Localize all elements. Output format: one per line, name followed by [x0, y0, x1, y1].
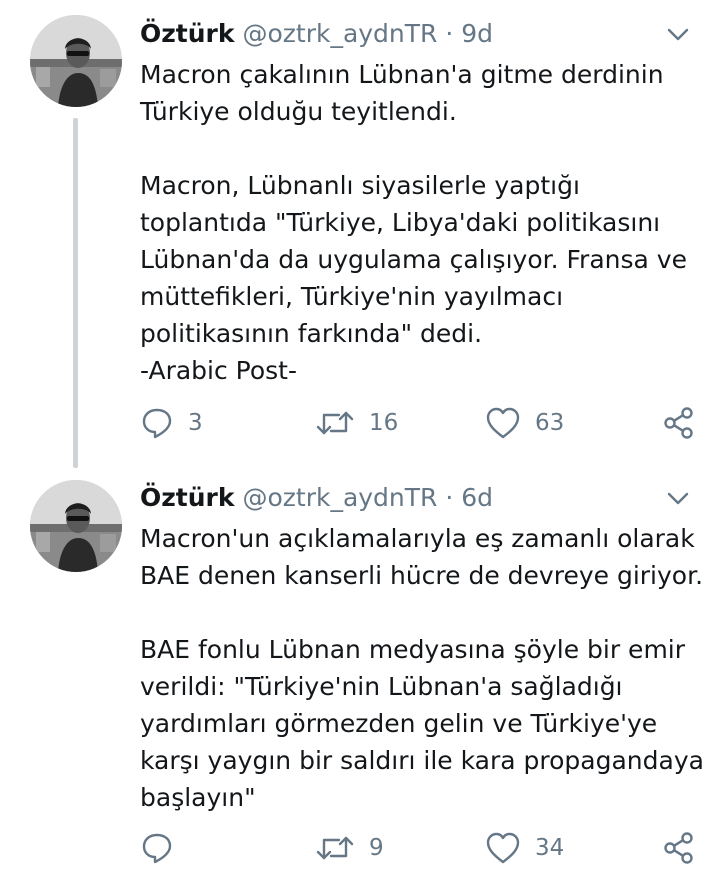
like-count: 63: [535, 410, 565, 436]
like-button[interactable]: 34: [485, 830, 564, 866]
thread-line: [73, 118, 78, 468]
heart-icon: [485, 406, 521, 440]
retweet-count: 16: [369, 410, 399, 436]
heart-icon: [485, 831, 521, 865]
avatar[interactable]: [30, 15, 122, 107]
tweet-header: Öztürk @oztrk_aydnTR · 9d: [140, 18, 700, 50]
tweet-actions: 3 16 63: [140, 405, 695, 441]
tweet-paragraph: Macron, Lübnanlı siyasilerle yaptığı top…: [140, 171, 687, 385]
retweet-count: 9: [369, 835, 384, 861]
chevron-down-icon[interactable]: [664, 486, 692, 510]
avatar[interactable]: [30, 480, 122, 572]
display-name[interactable]: Öztürk: [140, 19, 235, 48]
tweet-paragraph: Macron çakalının Lübnan'a gitme derdinin…: [140, 60, 664, 126]
separator-dot: ·: [445, 19, 454, 48]
avatar-photo: [30, 480, 122, 572]
tweet-header: Öztürk @oztrk_aydnTR · 6d: [140, 482, 700, 514]
like-count: 34: [535, 835, 565, 861]
retweet-button[interactable]: 16: [315, 405, 398, 441]
tweet[interactable]: Öztürk @oztrk_aydnTR · 6d Macron'un açık…: [0, 470, 720, 880]
chevron-down-icon[interactable]: [664, 22, 692, 46]
retweet-button[interactable]: 9: [315, 830, 384, 866]
display-name[interactable]: Öztürk: [140, 483, 235, 512]
timestamp[interactable]: 6d: [461, 483, 493, 512]
retweet-icon: [315, 831, 355, 865]
timestamp[interactable]: 9d: [461, 19, 493, 48]
timeline: Öztürk @oztrk_aydnTR · 9d Macron çakalın…: [0, 0, 720, 880]
tweet-paragraph: BAE fonlu Lübnan medyasına şöyle bir emi…: [140, 635, 704, 812]
tweet[interactable]: Öztürk @oztrk_aydnTR · 9d Macron çakalın…: [0, 0, 720, 470]
separator-dot: ·: [445, 483, 454, 512]
share-icon: [663, 406, 695, 440]
reply-button[interactable]: [140, 830, 188, 866]
share-icon: [663, 831, 695, 865]
share-button[interactable]: [663, 830, 695, 866]
reply-button[interactable]: 3: [140, 405, 203, 441]
reply-icon: [140, 831, 174, 865]
user-handle[interactable]: @oztrk_aydnTR: [242, 483, 437, 512]
tweet-text: Macron'un açıklamalarıyla eş zamanlı ola…: [140, 520, 705, 816]
like-button[interactable]: 63: [485, 405, 564, 441]
reply-count: 3: [188, 410, 203, 436]
user-handle[interactable]: @oztrk_aydnTR: [242, 19, 437, 48]
avatar-photo: [30, 15, 122, 107]
tweet-paragraph: Macron'un açıklamalarıyla eş zamanlı ola…: [140, 524, 704, 590]
tweet-actions: 9 34: [140, 830, 695, 866]
tweet-text: Macron çakalının Lübnan'a gitme derdinin…: [140, 56, 705, 389]
share-button[interactable]: [663, 405, 695, 441]
reply-icon: [140, 406, 174, 440]
retweet-icon: [315, 406, 355, 440]
